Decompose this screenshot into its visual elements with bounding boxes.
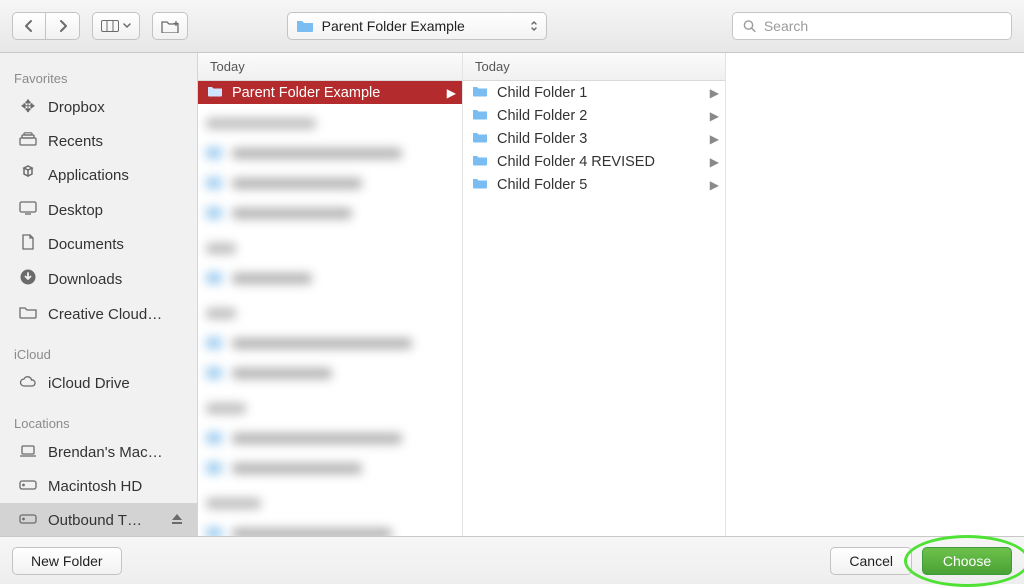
redacted-content	[198, 104, 462, 536]
view-mode-button[interactable]	[92, 12, 140, 40]
sidebar-item-label: Macintosh HD	[48, 478, 142, 495]
sidebar-item-label: Applications	[48, 167, 129, 184]
sidebar-section-icloud: iCloud	[0, 337, 197, 366]
chevron-right-icon: ▶	[447, 86, 456, 100]
sidebar-item-macintosh-hd[interactable]: Macintosh HD	[0, 469, 197, 503]
folder-label: Child Folder 4 REVISED	[497, 154, 702, 170]
folder-row[interactable]: Child Folder 1 ▶	[463, 81, 725, 104]
columns-icon	[101, 20, 119, 32]
recents-icon	[18, 131, 38, 151]
chevron-right-icon: ▶	[710, 178, 719, 192]
search-icon	[743, 19, 756, 33]
column-1-header: Today	[198, 53, 462, 81]
applications-icon	[18, 165, 38, 186]
new-folder-toolbar-button[interactable]	[152, 12, 188, 40]
folder-icon	[18, 304, 38, 324]
chevron-left-icon	[24, 19, 34, 33]
folder-label: Child Folder 3	[497, 131, 702, 147]
folder-icon	[296, 16, 314, 37]
sidebar-item-label: Recents	[48, 133, 103, 150]
sidebar-item-label: Brendan's Mac…	[48, 444, 163, 461]
sidebar-item-applications[interactable]: Applications	[0, 158, 197, 193]
cancel-button[interactable]: Cancel	[830, 547, 912, 575]
folder-label: Child Folder 5	[497, 177, 702, 193]
column-2-list[interactable]: Child Folder 1▶Child Folder 2▶Child Fold…	[463, 81, 725, 536]
folder-row[interactable]: Child Folder 5 ▶	[463, 173, 725, 196]
search-field[interactable]	[732, 12, 1012, 40]
sidebar-item-desktop[interactable]: Desktop	[0, 193, 197, 227]
sidebar-item-outbound[interactable]: Outbound T…	[0, 503, 197, 536]
sidebar-item-dropbox[interactable]: ✥ Dropbox	[0, 90, 197, 124]
sidebar-item-label: Downloads	[48, 271, 122, 288]
main-area: Favorites ✥ Dropbox Recents Applications…	[0, 53, 1024, 536]
search-input[interactable]	[764, 18, 1001, 34]
toolbar: Parent Folder Example	[0, 0, 1024, 53]
sidebar-item-label: Dropbox	[48, 99, 105, 116]
path-stepper-icon	[530, 20, 538, 32]
sidebar-item-recents[interactable]: Recents	[0, 124, 197, 158]
folder-label: Child Folder 1	[497, 85, 702, 101]
laptop-icon	[18, 442, 38, 462]
folder-row-selected[interactable]: Parent Folder Example ▶	[198, 81, 462, 104]
sidebar-section-locations: Locations	[0, 406, 197, 435]
forward-button[interactable]	[46, 12, 80, 40]
external-drive-icon	[18, 510, 38, 530]
cloud-icon	[18, 373, 38, 393]
hdd-icon	[18, 476, 38, 496]
dropbox-icon: ✥	[18, 97, 38, 117]
folder-icon	[471, 84, 489, 101]
sidebar-item-label: Desktop	[48, 202, 103, 219]
sidebar-item-brendans-mac[interactable]: Brendan's Mac…	[0, 435, 197, 469]
sidebar-item-icloud-drive[interactable]: iCloud Drive	[0, 366, 197, 400]
footer: New Folder Cancel Choose	[0, 536, 1024, 584]
documents-icon	[18, 234, 38, 255]
sidebar-section-favorites: Favorites	[0, 61, 197, 90]
chevron-right-icon: ▶	[710, 109, 719, 123]
choose-button[interactable]: Choose	[922, 547, 1012, 575]
folder-plus-icon	[161, 19, 179, 33]
column-1-list[interactable]: Parent Folder Example ▶	[198, 81, 462, 536]
chevron-right-icon	[58, 19, 68, 33]
chevron-right-icon: ▶	[710, 155, 719, 169]
nav-back-forward	[12, 12, 80, 40]
sidebar-item-label: Outbound T…	[48, 512, 142, 529]
sidebar-item-downloads[interactable]: Downloads	[0, 262, 197, 297]
preview-pane	[726, 53, 1024, 536]
chevron-right-icon: ▶	[710, 86, 719, 100]
sidebar-item-label: iCloud Drive	[48, 375, 130, 392]
path-label: Parent Folder Example	[322, 18, 465, 34]
desktop-icon	[18, 200, 38, 220]
folder-row[interactable]: Child Folder 2 ▶	[463, 104, 725, 127]
path-popup[interactable]: Parent Folder Example	[287, 12, 547, 40]
sidebar-item-label: Documents	[48, 236, 124, 253]
folder-icon	[471, 153, 489, 170]
folder-label: Parent Folder Example	[232, 85, 439, 101]
back-button[interactable]	[12, 12, 46, 40]
eject-icon[interactable]	[171, 512, 183, 529]
new-folder-button[interactable]: New Folder	[12, 547, 122, 575]
downloads-icon	[18, 269, 38, 290]
column-1: Today Parent Folder Example ▶	[198, 53, 463, 536]
sidebar: Favorites ✥ Dropbox Recents Applications…	[0, 53, 198, 536]
folder-label: Child Folder 2	[497, 108, 702, 124]
folder-icon	[206, 84, 224, 101]
sidebar-item-creative-cloud[interactable]: Creative Cloud…	[0, 297, 197, 331]
folder-icon	[471, 130, 489, 147]
chevron-right-icon: ▶	[710, 132, 719, 146]
column-2: Today Child Folder 1▶Child Folder 2▶Chil…	[463, 53, 726, 536]
folder-row[interactable]: Child Folder 4 REVISED ▶	[463, 150, 725, 173]
choose-highlight: Choose	[922, 547, 1012, 575]
column-2-header: Today	[463, 53, 725, 81]
folder-icon	[471, 176, 489, 193]
sidebar-item-label: Creative Cloud…	[48, 306, 162, 323]
sidebar-item-documents[interactable]: Documents	[0, 227, 197, 262]
chevron-down-icon	[123, 23, 131, 29]
folder-row[interactable]: Child Folder 3 ▶	[463, 127, 725, 150]
folder-icon	[471, 107, 489, 124]
